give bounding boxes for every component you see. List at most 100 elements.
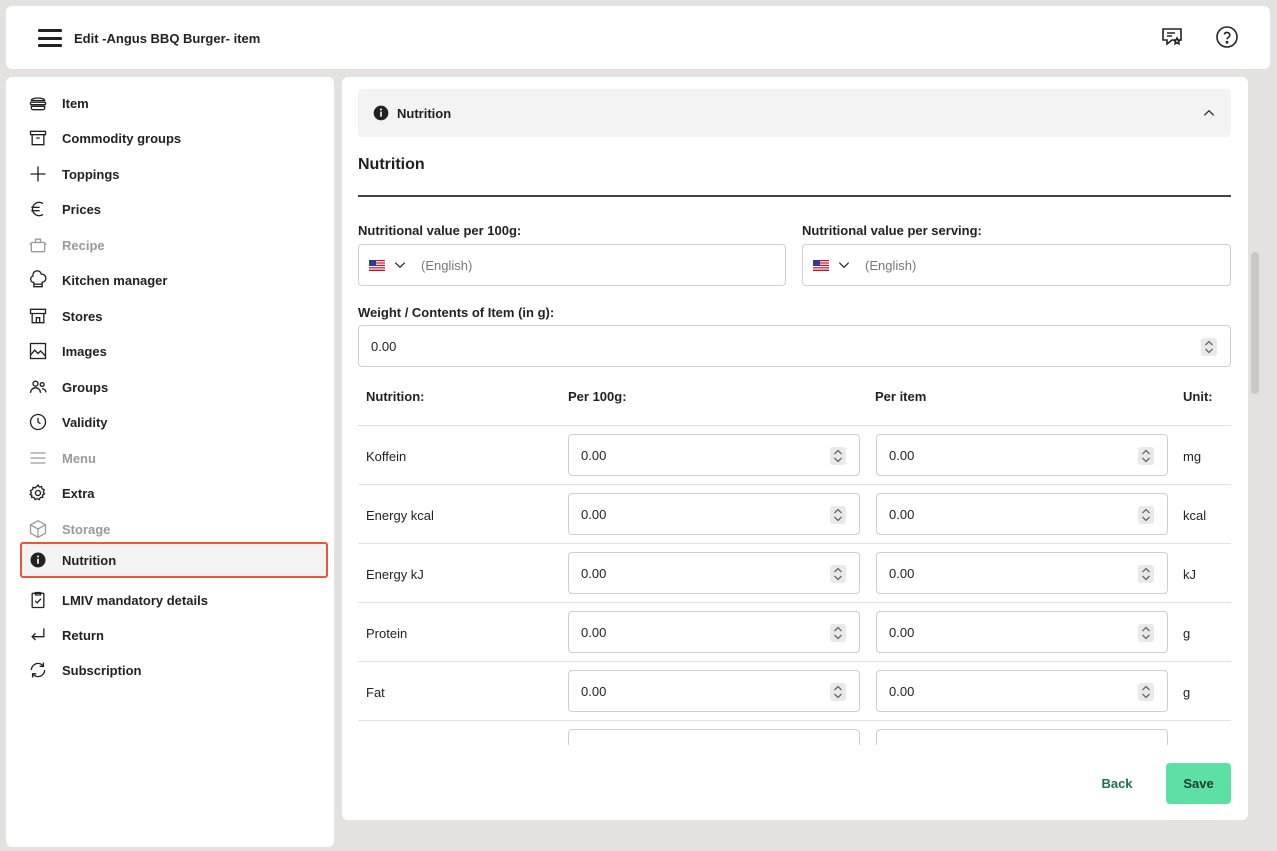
value: 0.00 [889,565,915,581]
box-icon [26,126,50,150]
value: 0.00 [889,447,915,463]
return-arrow-icon [26,623,50,647]
stepper-icon[interactable] [1138,624,1154,642]
sidebar-item-label: Commodity groups [62,130,182,146]
us-flag-icon [369,259,385,271]
sidebar-item-storage[interactable]: Storage [26,515,322,543]
sidebar-item-label: Storage [62,521,111,537]
peritem-field[interactable]: 0.00 [876,493,1168,535]
stepper-icon[interactable] [830,447,846,465]
clock-icon [26,410,50,434]
nutrient-name: Energy kJ [366,567,424,582]
per100g-label: Nutritional value per 100g: [358,223,522,238]
per100g-field[interactable]: 0.00 [568,670,860,712]
main-panel: Nutrition Nutrition Nutritional value pe… [342,77,1248,820]
sidebar-item-stores[interactable]: Stores [26,302,322,330]
per100g-field[interactable]: 0.00 [568,611,860,653]
plus-icon [26,162,50,186]
unit-label: kJ [1183,567,1196,582]
chevron-down-icon[interactable] [837,258,851,272]
perserving-input[interactable]: (English) [802,244,1231,286]
sidebar-item-validity[interactable]: Validity [26,408,322,436]
weight-input[interactable]: 0.00 [358,325,1231,367]
feedback-icon[interactable] [1160,25,1184,49]
sidebar-item-lmiv-mandatory-details[interactable]: LMIV mandatory details [26,586,322,614]
pot-icon [26,233,50,257]
sidebar-item-label: Kitchen manager [62,272,168,288]
unit-label: g [1183,626,1191,641]
save-button[interactable]: Save [1166,763,1231,804]
scrollbar-thumb[interactable] [1251,252,1259,394]
per100g-field[interactable]: 0.00 [568,493,860,535]
sidebar-item-label: Groups [62,379,109,395]
chevron-down-icon[interactable] [393,258,407,272]
back-button[interactable]: Back [1090,774,1144,794]
peritem-field[interactable]: 0.00 [876,670,1168,712]
store-icon [26,304,50,328]
sidebar-item-extra[interactable]: Extra [26,479,322,507]
value: 0.00 [581,565,607,581]
sidebar-item-return[interactable]: Return [26,621,322,649]
sidebar-item-toppings[interactable]: Toppings [26,160,322,188]
weight-label: Weight / Contents of Item (in g): [358,305,555,320]
perserving-placeholder: (English) [865,257,917,273]
list-icon [26,446,50,470]
nutrient-name: Fat [366,685,385,700]
euro-icon [26,197,50,221]
nutrient-name: Energy kcal [366,508,434,523]
sidebar-item-item[interactable]: Item [26,89,322,117]
sidebar-item-label: Extra [62,485,95,501]
sidebar-item-label: Images [62,343,107,359]
per100g-field[interactable]: 0.00 [568,434,860,476]
section-divider [358,195,1231,197]
peritem-field[interactable]: 0.00 [876,552,1168,594]
sidebar-item-commodity-groups[interactable]: Commodity groups [26,124,322,152]
gear-icon [26,481,50,505]
stepper-icon[interactable] [830,683,846,701]
sidebar-item-nutrition[interactable]: Nutrition [20,542,328,578]
help-icon[interactable] [1215,25,1239,49]
peritem-field[interactable]: 0.00 [876,434,1168,476]
sidebar-item-label: Stores [62,308,103,324]
sidebar-item-label: LMIV mandatory details [62,592,208,608]
nutrition-accordion-header[interactable]: Nutrition [358,89,1231,137]
stepper-icon[interactable] [830,506,846,524]
stepper-icon[interactable] [830,624,846,642]
sidebar-item-menu[interactable]: Menu [26,444,322,472]
sidebar-item-label: Recipe [62,237,105,253]
sidebar-item-label: Nutrition [62,552,117,568]
top-header: Edit -Angus BBQ Burger- item [6,6,1270,69]
chevron-up-icon [1203,109,1215,116]
section-title: Nutrition [358,156,425,173]
scrollbar[interactable] [1248,77,1258,820]
per100g-field[interactable]: 0.00 [568,552,860,594]
per100g-placeholder: (English) [421,257,473,273]
sidebar-item-images[interactable]: Images [26,337,322,365]
sidebar-item-prices[interactable]: Prices [26,195,322,223]
value: 0.00 [889,624,915,640]
clipboard-check-icon [26,588,50,612]
col-header-peritem: Per item [875,389,927,404]
cube-icon [26,517,50,541]
value: 0.00 [889,683,915,699]
menu-icon[interactable] [38,29,62,47]
stepper-icon[interactable] [1138,683,1154,701]
sidebar-item-subscription[interactable]: Subscription [26,656,322,684]
stepper-icon[interactable] [830,565,846,583]
nutrient-name: Koffein [366,449,407,464]
stepper-icon[interactable] [1201,338,1217,356]
peritem-field[interactable]: 0.00 [876,611,1168,653]
sidebar: Item Commodity groups Toppings Prices Re… [6,77,334,847]
per100g-input[interactable]: (English) [358,244,786,286]
col-header-nutrition: Nutrition: [366,389,425,404]
stepper-icon[interactable] [1138,565,1154,583]
value: 0.00 [581,506,607,522]
stepper-icon[interactable] [1138,447,1154,465]
sidebar-item-groups[interactable]: Groups [26,373,322,401]
col-header-unit: Unit: [1183,389,1213,404]
refresh-icon [26,658,50,682]
chef-hat-icon [26,268,50,292]
sidebar-item-recipe[interactable]: Recipe [26,231,322,259]
stepper-icon[interactable] [1138,506,1154,524]
sidebar-item-kitchen-manager[interactable]: Kitchen manager [26,266,322,294]
